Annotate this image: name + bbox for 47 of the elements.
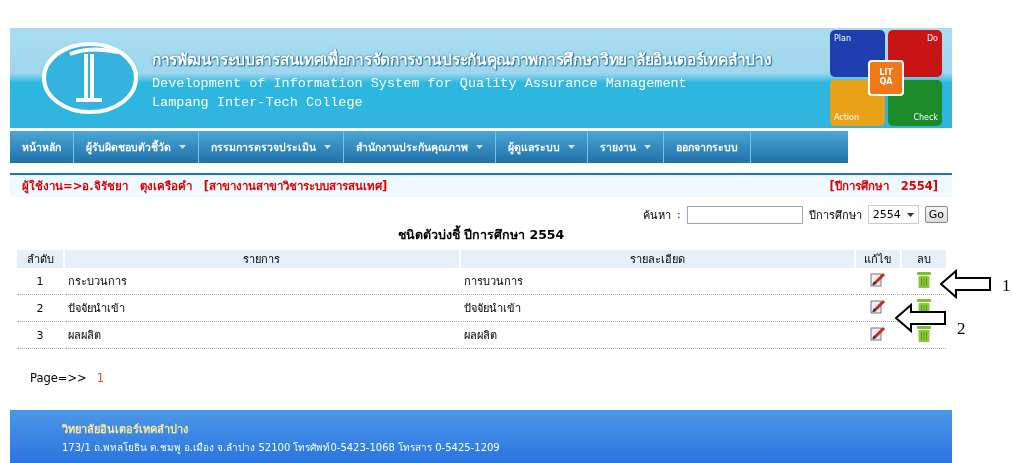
callout-number: 1 [1002, 276, 1011, 296]
column-header: รายการ [65, 250, 459, 268]
table-cell: การบวนการ [460, 268, 854, 295]
site-title: การพัฒนาระบบสารสนเทศเพื่อการจัดการงานประกันคุณภาพการศึกษาวิทยาลัยอินเตอร์เทคลำปาง [152, 47, 773, 72]
caret-icon [906, 212, 914, 217]
year-select[interactable]: 2554 [867, 205, 919, 224]
user-info: ผู้ใช้งาน=>อ.จิรัชยา ตุงเครือคำ [สาขางานสาขาวิชาระบบสารสนเทศ] [22, 178, 388, 195]
year-label: ปีการศึกษา [808, 207, 862, 224]
footer-college-name: วิทยาลัยอินเตอร์เทคลำปาง [62, 422, 189, 438]
table-cell: 3 [17, 322, 63, 349]
edit-icon[interactable] [870, 272, 886, 287]
college-logo-icon [40, 40, 140, 116]
search-label: ค้นหา [643, 207, 671, 224]
menu-item[interactable]: กรรมการตรวจประเมิน [199, 131, 344, 163]
footer-address: 173/1 ถ.พหลโยธิน ต.ชมพู อ.เมือง จ.ลำปาง 52100 โทรศัพท์0-5423-1068 โทรสาร 0-5425-1209 [62, 441, 501, 455]
qa-tile: LIT QA [868, 60, 904, 96]
menu-item[interactable]: รายงาน [588, 131, 664, 163]
column-header: แก้ไข [856, 250, 900, 268]
menu-item[interactable]: หน้าหลัก [10, 131, 74, 163]
table-title: ชนิดตัวบ่งชี้ ปีการศึกษา 2554 [396, 225, 566, 244]
arrow-icon [940, 269, 992, 299]
search-field[interactable] [686, 205, 803, 224]
academic-year: [ปีการศึกษา 2554] [829, 178, 938, 195]
column-header: ลำดับ [17, 250, 63, 268]
menu-item[interactable]: ออกจากระบบ [664, 131, 751, 163]
table-cell: ผลผลิต [460, 322, 854, 349]
pager-label: Page=>> [30, 371, 87, 385]
table-cell: กระบวนการ [65, 268, 459, 295]
callout-number: 2 [957, 319, 966, 339]
go-button[interactable]: Go [924, 206, 948, 223]
edit-icon[interactable] [870, 326, 886, 341]
column-header: รายละเอียด [460, 250, 854, 268]
menu-item[interactable]: สำนักงานประกันคุณภาพ [344, 131, 496, 163]
table-cell: 1 [17, 268, 63, 295]
edit-icon[interactable] [870, 299, 886, 314]
separator: : [677, 208, 681, 221]
site-subtitle: Development of Information System for Quality Assurance Management [152, 75, 688, 91]
table-cell: 2 [17, 295, 63, 322]
college-name: Lampang Inter-Tech College [152, 94, 364, 110]
table-cell: ปัจจัยนำเข้า [460, 295, 854, 322]
page-link[interactable]: 1 [96, 371, 105, 385]
column-header: ลบ [902, 250, 946, 268]
table-cell: ผลผลิต [65, 322, 459, 349]
arrow-icon [895, 303, 947, 333]
menu-item[interactable]: ผู้ดูแลระบบ [496, 131, 588, 163]
table-cell: ปัจจัยนำเข้า [65, 295, 459, 322]
menu-item[interactable]: ผู้รับผิดชอบตัวชี้วัด [74, 131, 199, 163]
